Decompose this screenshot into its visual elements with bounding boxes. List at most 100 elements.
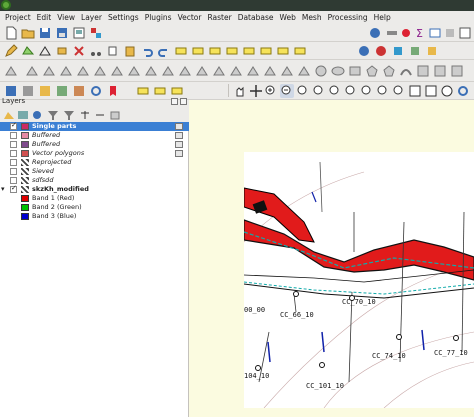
save-project-icon[interactable] (38, 26, 52, 40)
layer-style-icon[interactable] (2, 108, 16, 122)
snap-config-icon[interactable] (433, 64, 447, 78)
layer-visibility-checkbox[interactable] (10, 177, 17, 184)
layer-visibility-checkbox[interactable] (10, 184, 17, 193)
menu-project[interactable]: Project (3, 13, 35, 22)
layer-visibility-checkbox[interactable] (10, 141, 17, 148)
plugin-manager-icon[interactable] (38, 84, 52, 98)
zoom-native-icon[interactable] (360, 84, 374, 98)
zoom-layer-icon[interactable] (344, 84, 358, 98)
plugin-b-icon[interactable] (374, 44, 388, 58)
manage-map-themes-icon[interactable] (30, 108, 44, 122)
menu-edit[interactable]: Edit (35, 13, 56, 22)
layer-indicator-icon[interactable] (175, 150, 183, 157)
add-ring-icon[interactable] (59, 64, 73, 78)
collapse-all-icon[interactable] (93, 108, 107, 122)
zoom-last-icon[interactable] (376, 84, 390, 98)
new-map-view-icon[interactable] (408, 84, 422, 98)
label-rotate-icon[interactable] (225, 44, 239, 58)
layer-row[interactable]: Buffered (0, 131, 189, 140)
add-part-icon[interactable] (76, 64, 90, 78)
tracing-icon[interactable] (450, 64, 464, 78)
menu-layer[interactable]: Layer (79, 13, 106, 22)
label-toolbar-icon[interactable] (293, 44, 307, 58)
layer-row[interactable]: Sieved (0, 167, 189, 176)
plugin-c-icon[interactable] (391, 44, 405, 58)
style-manager-icon[interactable] (89, 26, 103, 40)
polygon-digitize-icon[interactable] (365, 64, 379, 78)
cut-icon[interactable] (89, 44, 103, 58)
save-as-icon[interactable] (55, 26, 69, 40)
pan-to-selection-icon[interactable] (249, 84, 263, 98)
sum-statistics-icon[interactable]: Σ (413, 26, 427, 40)
layer-row[interactable]: Buffered (0, 140, 189, 149)
rotate-symbols-icon[interactable] (246, 64, 260, 78)
reshape-icon[interactable] (144, 64, 158, 78)
add-feature-icon[interactable] (21, 44, 35, 58)
label-hide-icon[interactable] (259, 44, 273, 58)
zoom-next-icon[interactable] (392, 84, 406, 98)
plugin-d-icon[interactable] (408, 44, 422, 58)
circle-digitize-icon[interactable] (314, 64, 328, 78)
new-3d-view-icon[interactable] (424, 84, 438, 98)
redo-icon[interactable] (157, 44, 171, 58)
undo-icon[interactable] (140, 44, 154, 58)
menu-web[interactable]: Web (277, 13, 299, 22)
layer-visibility-checkbox[interactable] (10, 168, 17, 175)
remove-layer-icon[interactable] (108, 108, 122, 122)
split-parts-icon[interactable] (195, 64, 209, 78)
zoom-rubber-band-icon[interactable] (296, 84, 310, 98)
identify-help-icon[interactable] (368, 26, 382, 40)
offset-curve-icon[interactable] (161, 64, 175, 78)
merge-features-icon[interactable] (212, 64, 226, 78)
deselect-icon[interactable] (170, 84, 184, 98)
menu-plugins[interactable]: Plugins (143, 13, 176, 22)
print-layout-icon[interactable] (72, 26, 86, 40)
db-manager-icon[interactable] (55, 84, 69, 98)
layer-row[interactable]: Vector polygons (0, 149, 189, 158)
edit-pencil-icon[interactable] (4, 44, 18, 58)
move-feature-icon[interactable] (55, 44, 69, 58)
settings-gear-icon[interactable] (399, 26, 413, 40)
delete-part-icon[interactable] (127, 64, 141, 78)
layer-indicator-icon[interactable] (175, 132, 183, 139)
add-group-icon[interactable] (16, 108, 30, 122)
layer-visibility-checkbox[interactable] (10, 150, 17, 157)
expand-arrow-icon[interactable]: ▾ (1, 185, 5, 193)
menu-help[interactable]: Help (372, 13, 395, 22)
menu-view[interactable]: View (55, 13, 79, 22)
filter-expression-icon[interactable] (62, 108, 76, 122)
menu-vector[interactable]: Vector (176, 13, 206, 22)
regular-polygon-icon[interactable] (382, 64, 396, 78)
diagram-icon[interactable] (276, 44, 290, 58)
label-move-icon[interactable] (208, 44, 222, 58)
reverse-line-icon[interactable] (263, 64, 277, 78)
pan-hand-icon[interactable] (233, 84, 247, 98)
layer-visibility-checkbox[interactable] (10, 121, 17, 130)
simplify-icon[interactable] (42, 64, 56, 78)
layer-row[interactable]: Reprojected (0, 158, 189, 167)
vertex-tool-icon[interactable] (38, 44, 52, 58)
menu-settings[interactable]: Settings (106, 13, 143, 22)
zoom-out-icon[interactable] (280, 84, 294, 98)
label-change-icon[interactable] (242, 44, 256, 58)
python-console-icon[interactable] (4, 84, 18, 98)
rotate-feature-icon[interactable] (25, 64, 39, 78)
attribute-table-icon[interactable] (428, 26, 442, 40)
select-by-value-icon[interactable] (153, 84, 167, 98)
layer-row[interactable]: Single parts (0, 121, 189, 131)
raster-map-image[interactable]: 00_00 CC_66_10 CC_70_10 CC_74_10 CC_77_1… (244, 152, 474, 408)
zoom-selection-icon[interactable] (328, 84, 342, 98)
label-icon[interactable] (174, 44, 188, 58)
text-annotation-icon[interactable] (458, 26, 472, 40)
select-features-icon[interactable] (136, 84, 150, 98)
field-calculator-icon[interactable] (72, 84, 86, 98)
layer-row[interactable]: ▾ skzKh_modified (0, 184, 189, 194)
split-features-icon[interactable] (178, 64, 192, 78)
paste-icon[interactable] (123, 44, 137, 58)
layer-row[interactable]: sdfsdd (0, 176, 189, 185)
merge-attributes-icon[interactable] (229, 64, 243, 78)
panel-float-icon[interactable] (171, 98, 178, 105)
layer-indicator-icon[interactable] (175, 123, 183, 130)
delete-feature-icon[interactable] (72, 44, 86, 58)
curve-icon[interactable] (399, 64, 413, 78)
